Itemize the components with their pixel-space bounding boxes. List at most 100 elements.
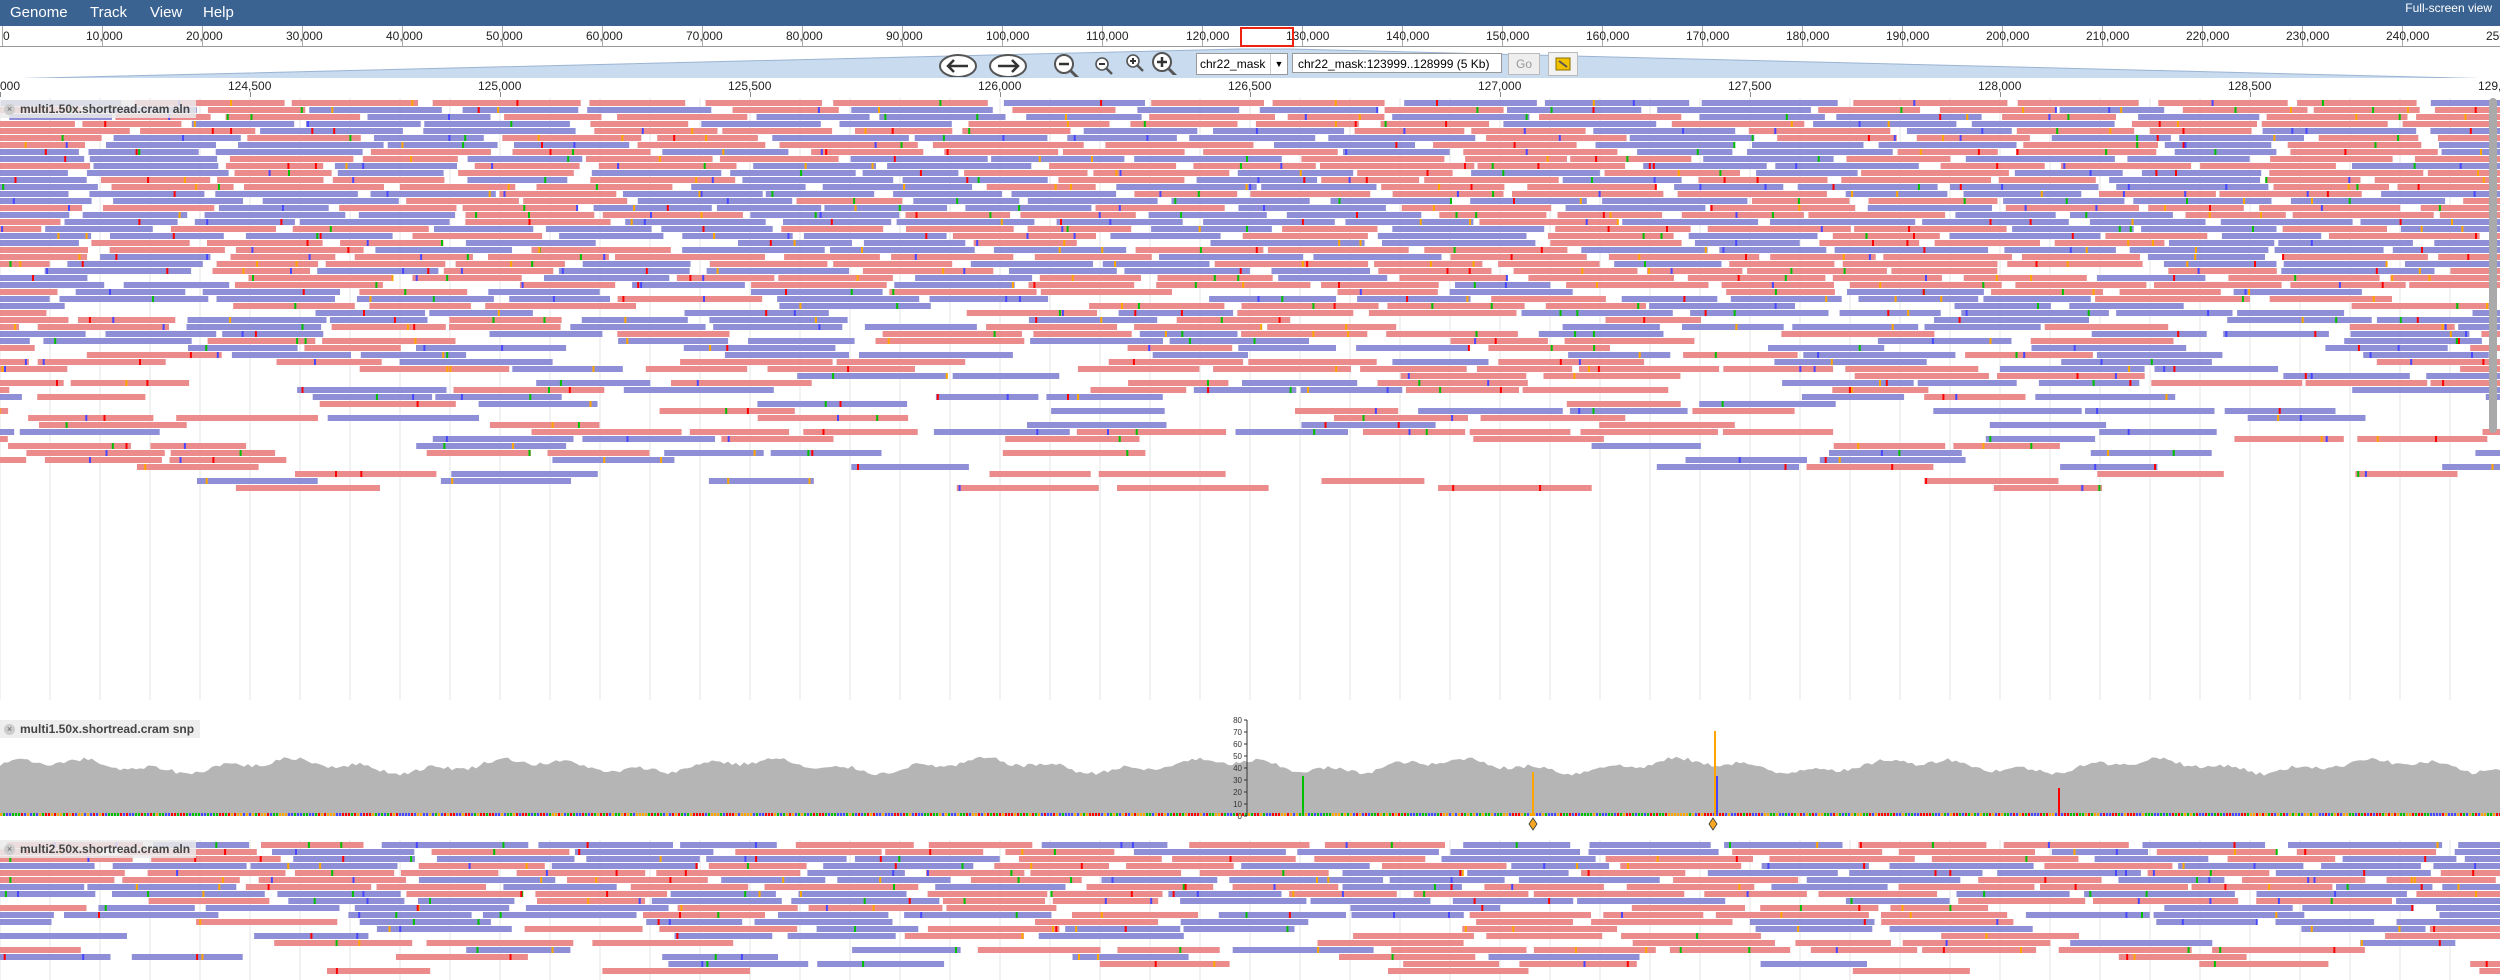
alignment-canvas-2[interactable] [0,840,2500,980]
snp-y-tick-label: 0 [1238,812,1243,821]
overview-tick-label: 140,000 [1386,29,1430,43]
fullscreen-view-link[interactable]: Full-screen view [2405,1,2492,15]
ruler-tick-label: 125,500 [728,79,772,93]
ruler-tick [1750,92,1751,97]
arrow-right-icon[interactable] [988,53,1028,77]
ruler-tick [2000,92,2001,97]
go-button[interactable]: Go [1508,53,1540,75]
overview-tick-label: 160,000 [1586,29,1630,43]
tracks-canvas[interactable] [0,98,2500,700]
overview-tick-label: 220,000 [2186,29,2230,43]
chromosome-value: chr22_mask [1200,57,1266,71]
overview-tick-label: 10,000 [86,29,123,43]
menu-bar: Genome Track View Help Full-screen view [0,0,2500,26]
arrow-left-icon[interactable] [938,53,978,77]
track-label-text: multi2.50x.shortread.cram aln [20,842,191,856]
snp-y-tick-label: 20 [1233,788,1242,797]
menu-view[interactable]: View [150,4,182,21]
vertical-scrollbar[interactable] [2489,98,2497,433]
track-label-text: multi1.50x.shortread.cram aln [20,102,191,116]
ruler-tick-label: 000 [0,79,21,93]
track-label-text: multi1.50x.shortread.cram snp [20,722,195,736]
overview-tick-label: 100,000 [986,29,1030,43]
close-icon[interactable]: × [4,104,15,116]
overview-tick-label: 150,000 [1486,29,1530,43]
close-icon[interactable]: × [4,724,15,736]
track-label-aln2[interactable]: × multi2.50x.shortread.cram aln [0,840,197,858]
snp-marker-icon[interactable] [1528,817,1538,831]
snp-y-tick-label: 80 [1233,716,1242,725]
track-container[interactable] [0,98,2500,700]
overview-tick-label: 180,000 [1786,29,1830,43]
snp-y-tick-label: 40 [1233,764,1242,773]
overview-tick-label: 30,000 [286,29,323,43]
chevron-down-icon: ▼ [1270,54,1287,74]
overview-tick-label: 60,000 [586,29,623,43]
ruler-tick-label: 129,0 [2478,79,2500,93]
highlighter-icon[interactable] [1548,52,1578,76]
overview-tick-label: 40,000 [386,29,423,43]
snp-bar[interactable] [1714,731,1716,816]
ruler-tick [1000,92,1001,97]
overview-tick-label: 120,000 [1186,29,1230,43]
overview-tick-label: 200,000 [1986,29,2030,43]
overview-tick-label: 230,000 [2286,29,2330,43]
ruler-tick [1500,92,1501,97]
ruler-tick-label: 127,000 [1478,79,1522,93]
track-label-aln1[interactable]: × multi1.50x.shortread.cram aln [0,100,197,118]
snp-y-tick-label: 30 [1233,776,1242,785]
zoom-in-icon[interactable] [1125,53,1145,77]
close-icon[interactable]: × [4,844,15,856]
snp-bar[interactable] [1716,776,1718,816]
zoom-out-icon[interactable] [1094,56,1114,80]
menu-track[interactable]: Track [90,4,127,21]
ruler-tick [0,92,1,97]
overview-tick-label: 170,000 [1686,29,1730,43]
ruler-tick-label: 126,500 [1228,79,1272,93]
overview-tick-label: 190,000 [1886,29,1930,43]
snp-coverage-canvas[interactable]: 80 70 60 50 40 30 20 10 0 [0,700,2500,840]
ruler-tick [500,92,501,97]
overview-tick-label: 90,000 [886,29,923,43]
snp-y-tick-label: 50 [1233,752,1242,761]
ruler-tick-label: 128,500 [2228,79,2272,93]
alignment-track-2[interactable] [0,840,2500,980]
snp-marker-icon[interactable] [1708,817,1718,831]
zoom-out-big-icon[interactable] [1053,53,1081,77]
overview-tick-label: 80,000 [786,29,823,43]
ruler-tick-label: 125,000 [478,79,522,93]
snp-y-tick-label: 10 [1233,800,1242,809]
ruler-tick-label: 127,500 [1728,79,1772,93]
ruler-tick [250,92,251,97]
ruler-tick-label: 124,500 [228,79,272,93]
detail-ruler[interactable]: 000 124,500 125,000 125,500 126,000 126,500 12… [0,78,2500,97]
menu-genome[interactable]: Genome [10,4,68,21]
snp-bar[interactable] [2058,788,2060,816]
overview-tick-label: 110,000 [1086,29,1129,43]
overview-tick-label: 210,000 [2086,29,2130,43]
overview-ruler[interactable]: 0 10,000 20,000 30,000 40,000 50,000 60,000 70,… [0,26,2500,47]
ruler-tick-label: 128,000 [1978,79,2022,93]
navigation-bar: chr22_mask ▼ chr22_mask:123999..128999 (… [0,47,2500,81]
snp-y-tick-label: 70 [1233,728,1242,737]
ruler-tick [1250,92,1251,97]
coverage-area [0,756,2500,816]
overview-tick-label: 0 [3,29,10,43]
snp-bar[interactable] [1302,776,1304,816]
overview-tick-label: 70,000 [686,29,723,43]
overview-tick-label: 20,000 [186,29,223,43]
chromosome-select[interactable]: chr22_mask ▼ [1196,53,1288,75]
ruler-tick-label: 126,000 [978,79,1022,93]
location-input[interactable]: chr22_mask:123999..128999 (5 Kb) [1292,53,1502,73]
track-label-snp1[interactable]: × multi1.50x.shortread.cram snp [0,720,201,738]
zoom-in-big-icon[interactable] [1151,51,1179,75]
menu-help[interactable]: Help [203,4,234,21]
overview-tick-label: 250 [2486,29,2500,43]
overview-tick-label: 50,000 [486,29,523,43]
snp-y-tick-label: 60 [1233,740,1242,749]
snp-bar[interactable] [1532,772,1534,816]
snp-track[interactable]: 80 70 60 50 40 30 20 10 0 [0,700,2500,840]
ruler-tick [2250,92,2251,97]
ruler-tick [750,92,751,97]
overview-location-box[interactable] [1240,27,1294,47]
